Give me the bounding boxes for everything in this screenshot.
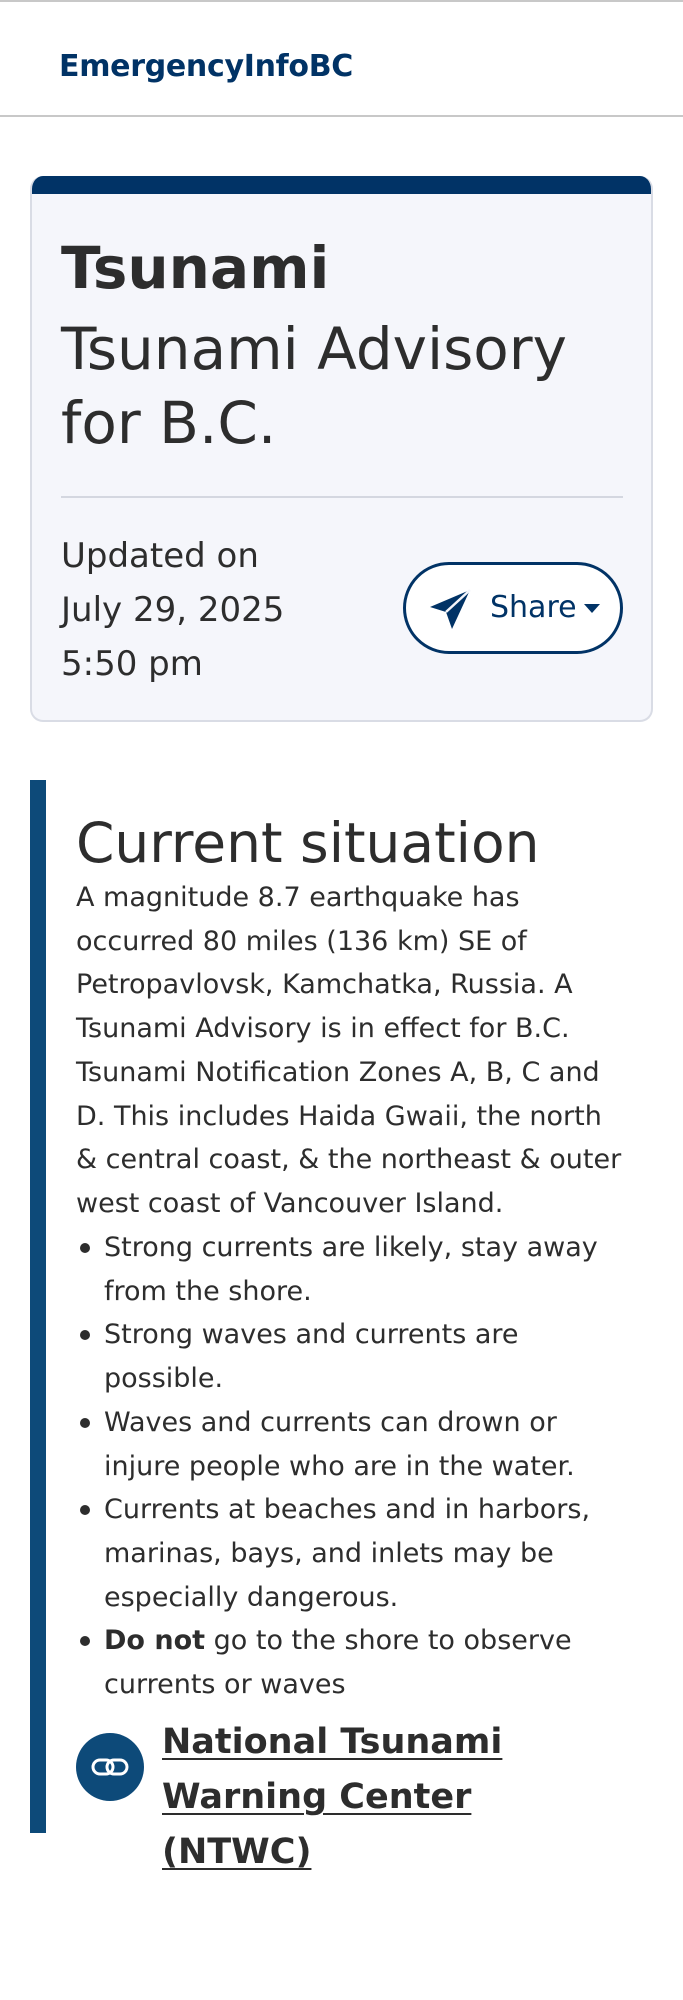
list-item: Currents at beaches and in harbors, mari… <box>46 1488 606 1619</box>
chevron-down-icon <box>584 604 600 613</box>
bullet-icon <box>80 1636 90 1647</box>
share-button[interactable]: Share <box>403 562 623 654</box>
share-label: Share <box>490 590 577 625</box>
situation-description: A magnitude 8.7 earthquake has occurred … <box>76 882 622 1219</box>
updated-label: Updated on <box>61 536 259 576</box>
updated-date: July 29, 2025 <box>61 590 285 630</box>
bullet-icon <box>80 1243 90 1253</box>
page-title: Tsunami Advisory for B.C. <box>61 315 567 457</box>
bullet-icon <box>80 1505 90 1516</box>
alert-card: Tsunami Tsunami Advisory for B.C. Update… <box>30 176 653 722</box>
divider <box>61 496 623 498</box>
updated-time: 5:50 pm <box>61 644 203 684</box>
card-top-bar <box>32 176 651 194</box>
emphasis: Do not <box>104 1625 206 1657</box>
site-header: EmergencyInfoBC <box>0 0 683 117</box>
list-item: Waves and currents can drown or injure p… <box>46 1401 606 1488</box>
section-heading: Current situation <box>76 811 540 875</box>
paper-plane-icon <box>430 589 471 629</box>
ntwc-link[interactable]: National Tsunami Warning Center (NTWC) <box>162 1715 632 1880</box>
situation-bullet-list: Strong currents are likely, stay away fr… <box>46 1226 606 1707</box>
alert-type: Tsunami <box>61 234 330 302</box>
list-item: Strong waves and currents are possible. <box>46 1313 606 1400</box>
list-item: Strong currents are likely, stay away fr… <box>46 1226 606 1313</box>
external-link-row: National Tsunami Warning Center (NTWC) <box>76 1715 636 1872</box>
section-accent-bar <box>30 780 46 1833</box>
brand-link[interactable]: EmergencyInfoBC <box>59 49 353 84</box>
bullet-icon <box>80 1330 90 1341</box>
bullet-icon <box>80 1417 90 1428</box>
updated-timestamp: Updated on July 29, 2025 5:50 pm <box>61 529 284 691</box>
list-item: Do not go to the shore to observe curren… <box>46 1619 606 1706</box>
link-icon <box>76 1733 144 1801</box>
